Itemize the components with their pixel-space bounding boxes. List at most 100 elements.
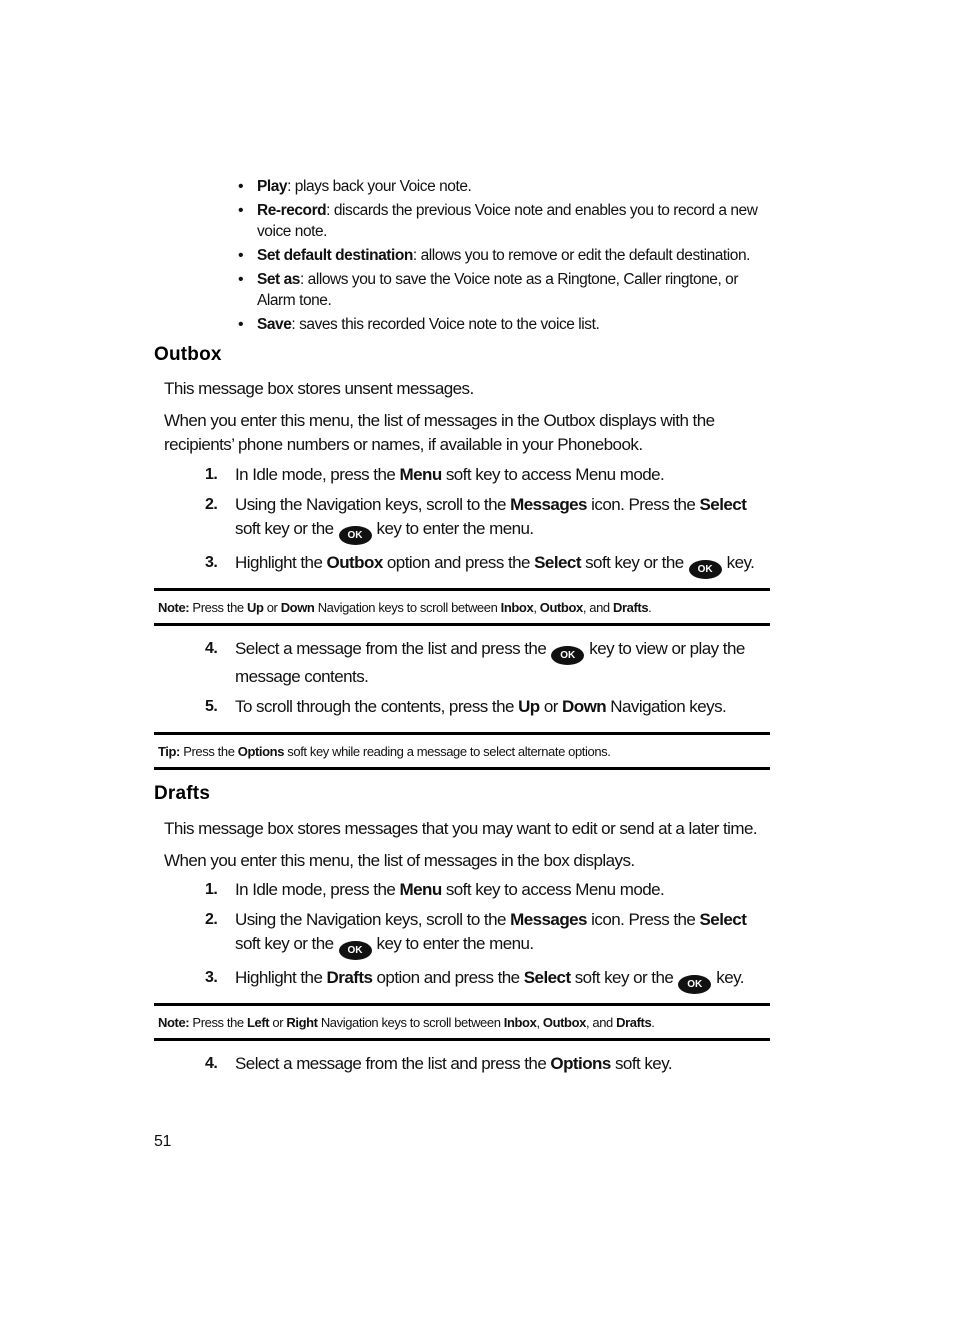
- outbox-intro: This message box stores unsent messages.: [164, 379, 474, 398]
- bullet-item: • Set as: allows you to save the Voice no…: [238, 269, 768, 311]
- step-number: 1.: [205, 466, 218, 483]
- bold-term: Set as: [257, 271, 300, 288]
- text-run: key to enter the menu.: [376, 519, 535, 538]
- outbox-tip: Tip: Press the Options soft key while re…: [154, 732, 770, 770]
- text-run: , and: [582, 599, 613, 615]
- bold-term: Options: [550, 1054, 611, 1073]
- bold-term: Outbox: [326, 553, 384, 572]
- text-run: Navigation keys.: [606, 697, 727, 716]
- text-run: In Idle mode, press the: [235, 465, 400, 484]
- bullet-item: • Play: plays back your Voice note.: [238, 176, 768, 197]
- bullet-icon: •: [238, 316, 244, 333]
- bold-term: Messages: [510, 910, 587, 929]
- bold-term: Set default destination: [257, 247, 413, 264]
- text-run: Press the: [189, 1014, 247, 1030]
- outbox-detail: When you enter this menu, the list of me…: [164, 411, 715, 454]
- bullet-icon: •: [238, 271, 244, 288]
- text-run: : allows you to remove or edit the defau…: [412, 247, 751, 264]
- text-run: option and press the: [382, 553, 535, 572]
- step-item: 3. Highlight the Drafts option and press …: [205, 966, 775, 994]
- text-run: soft key to access Menu mode.: [441, 880, 665, 899]
- bold-term: Select: [534, 553, 581, 572]
- manual-page: • Play: plays back your Voice note. • Re-re…: [0, 0, 954, 1319]
- bold-term: Outbox: [542, 1014, 586, 1030]
- step-number: 5.: [205, 698, 218, 715]
- bold-term: Select: [523, 968, 571, 987]
- text-run: soft key or the: [580, 553, 684, 572]
- step-number: 2.: [205, 496, 218, 513]
- page-number: 51: [154, 1133, 171, 1150]
- text-run: key.: [716, 968, 744, 987]
- text-run: soft key.: [610, 1054, 673, 1073]
- drafts-intro: This message box stores messages that yo…: [164, 819, 758, 838]
- text-run: soft key while reading a message to sele…: [284, 743, 611, 759]
- bold-term: Tip:: [158, 743, 180, 759]
- bold-term: Play: [257, 178, 288, 195]
- ok-key-icon: OK: [338, 526, 372, 545]
- text-run: : saves this recorded Voice note to the …: [291, 316, 600, 333]
- step-item: 3. Highlight the Outbox option and press …: [205, 551, 775, 579]
- text-run: .: [651, 1014, 655, 1030]
- text-run: soft key to access Menu mode.: [441, 465, 665, 484]
- text-run: icon. Press the: [586, 495, 700, 514]
- step-number: 2.: [205, 911, 218, 928]
- text-run: Press the: [189, 599, 247, 615]
- text-run: Navigation keys to scroll between: [314, 599, 501, 615]
- step-item: 5. To scroll through the contents, press …: [205, 695, 775, 719]
- bold-term: Inbox: [500, 599, 534, 615]
- callout-text: Note: Press the Up or Down Navigation ke…: [158, 599, 652, 615]
- bold-term: Select: [699, 495, 747, 514]
- bold-term: Down: [562, 697, 607, 716]
- outbox-heading: Outbox: [154, 344, 222, 365]
- text-run: Highlight the: [235, 553, 327, 572]
- drafts-detail: When you enter this menu, the list of me…: [164, 851, 635, 870]
- bold-term: Menu: [399, 880, 442, 899]
- voice-note-options-list: • Play: plays back your Voice note. • Re-re…: [238, 176, 768, 338]
- step-number: 4.: [205, 1055, 218, 1072]
- outbox-steps-list: 1. In Idle mode, press the Menu soft key …: [205, 463, 775, 585]
- text-run: In Idle mode, press the: [235, 880, 400, 899]
- bold-term: Note:: [158, 1014, 190, 1030]
- text-run: Highlight the: [235, 968, 327, 987]
- outbox-steps-list-continued: 4. Select a message from the list and pre…: [205, 637, 775, 725]
- step-item: 2. Using the Navigation keys, scroll to t…: [205, 493, 775, 545]
- text-run: Select a message from the list and press…: [235, 1054, 551, 1073]
- step-item: 4. Select a message from the list and pre…: [205, 1052, 775, 1076]
- ok-key-icon: OK: [551, 646, 585, 665]
- text-run: Press the: [180, 743, 238, 759]
- ok-key-icon: OK: [678, 975, 712, 994]
- bold-term: Outbox: [539, 599, 583, 615]
- bullet-item: • Re-record: discards the previous Voice …: [238, 200, 768, 242]
- bullet-icon: •: [238, 178, 244, 195]
- text-run: soft key or the: [235, 519, 334, 538]
- step-number: 3.: [205, 554, 218, 571]
- text-run: soft key or the: [235, 934, 334, 953]
- bold-term: Drafts: [612, 599, 649, 615]
- text-run: Using the Navigation keys, scroll to the: [235, 910, 511, 929]
- text-run: key.: [726, 553, 755, 572]
- text-run: To scroll through the contents, press th…: [235, 697, 519, 716]
- bold-term: Options: [237, 743, 285, 759]
- text-run: .: [648, 599, 652, 615]
- step-number: 4.: [205, 640, 218, 657]
- step-item: 4. Select a message from the list and pre…: [205, 637, 775, 689]
- step-number: 1.: [205, 881, 218, 898]
- step-item: 1. In Idle mode, press the Menu soft key …: [205, 463, 775, 487]
- text-run: : allows you to save the Voice note as a…: [257, 271, 739, 309]
- bold-term: Note:: [158, 599, 190, 615]
- step-item: 1. In Idle mode, press the Menu soft key …: [205, 878, 775, 902]
- bold-term: Messages: [510, 495, 587, 514]
- outbox-note: Note: Press the Up or Down Navigation ke…: [154, 588, 770, 626]
- text-run: icon. Press the: [586, 910, 700, 929]
- text-run: soft key or the: [570, 968, 674, 987]
- callout-text: Note: Press the Left or Right Navigation…: [158, 1015, 655, 1030]
- drafts-steps-list: 1. In Idle mode, press the Menu soft key …: [205, 878, 775, 1000]
- text-run: , and: [585, 1014, 617, 1030]
- text-run: Select a message from the list and press…: [235, 639, 547, 658]
- callout-text: Tip: Press the Options soft key while re…: [158, 743, 611, 759]
- bullet-item: • Set default destination: allows you to …: [238, 245, 768, 266]
- step-number: 3.: [205, 969, 218, 986]
- bold-term: Inbox: [503, 1014, 537, 1030]
- text-run: key to enter the menu.: [376, 934, 535, 953]
- bullet-icon: •: [238, 247, 244, 264]
